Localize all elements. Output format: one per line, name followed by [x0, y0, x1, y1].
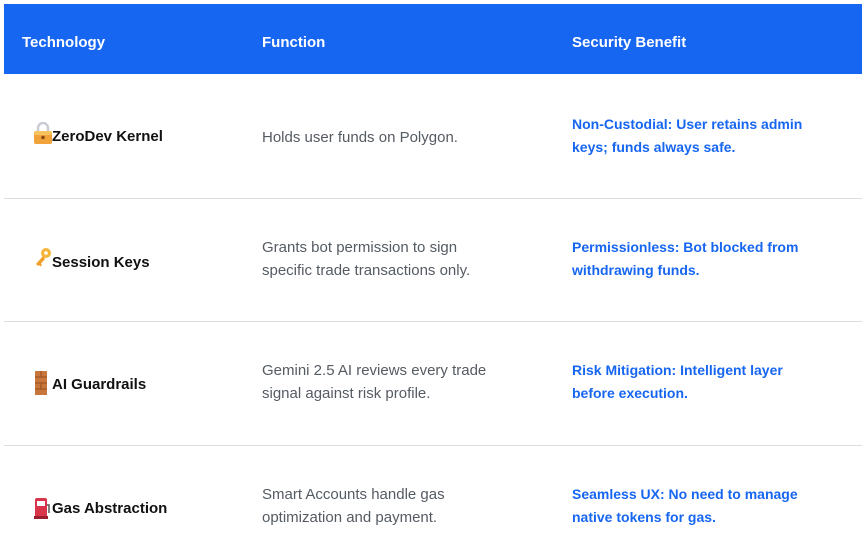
function-line: specific trade transactions only. — [262, 262, 471, 279]
key-icon — [33, 247, 51, 269]
lock-icon — [33, 121, 52, 144]
table-header: Technology Function Security Benefit — [4, 4, 862, 74]
function-text: Gemini 2.5 AI reviews every trade signal… — [262, 359, 542, 405]
function-line: optimization and payment. — [262, 509, 438, 526]
security-benefit: Permissionless: Bot blocked from withdra… — [572, 236, 832, 282]
function-line: Smart Accounts handle gas — [262, 486, 445, 503]
function-text: Smart Accounts handle gas optimization a… — [262, 483, 542, 529]
table-row: ZeroDev Kernel Holds user funds on Polyg… — [0, 74, 862, 198]
function-line: Gemini 2.5 AI reviews every trade — [262, 362, 487, 379]
security-benefit: Seamless UX: No need to manage native to… — [572, 483, 832, 529]
table-row: Gas Abstraction Smart Accounts handle ga… — [0, 446, 862, 534]
benefit-line: Risk Mitigation: Intelligent layer — [572, 362, 783, 378]
benefit-line: withdrawing funds. — [572, 262, 700, 278]
technology-name: ZeroDev Kernel — [52, 128, 163, 145]
security-benefit: Non-Custodial: User retains admin keys; … — [572, 113, 832, 159]
header-function: Function — [262, 34, 326, 51]
benefit-line: Seamless UX: No need to manage — [572, 486, 798, 502]
function-line: Grants bot permission to sign — [262, 239, 458, 256]
function-line: signal against risk profile. — [262, 385, 431, 402]
brick-wall-icon — [33, 371, 51, 395]
function-text: Holds user funds on Polygon. — [262, 129, 458, 146]
benefit-line: keys; funds always safe. — [572, 139, 736, 155]
security-table: Technology Function Security Benefit Zer… — [0, 0, 862, 534]
technology-name: Gas Abstraction — [52, 500, 168, 517]
benefit-line: native tokens for gas. — [572, 509, 716, 525]
benefit-line: before execution. — [572, 385, 688, 401]
benefit-line: Non-Custodial: User retains admin — [572, 116, 803, 132]
table-row: AI Guardrails Gemini 2.5 AI reviews ever… — [0, 322, 862, 445]
function-text: Grants bot permission to sign specific t… — [262, 236, 542, 282]
benefit-line: Permissionless: Bot blocked from — [572, 239, 799, 255]
technology-name: AI Guardrails — [52, 376, 147, 393]
security-benefit: Risk Mitigation: Intelligent layer befor… — [572, 359, 832, 405]
technology-name: Session Keys — [52, 254, 150, 271]
header-security-benefit: Security Benefit — [572, 34, 687, 51]
header-technology: Technology — [22, 34, 106, 51]
table-row: Session Keys Grants bot permission to si… — [0, 199, 862, 321]
fuel-pump-icon — [33, 497, 51, 519]
